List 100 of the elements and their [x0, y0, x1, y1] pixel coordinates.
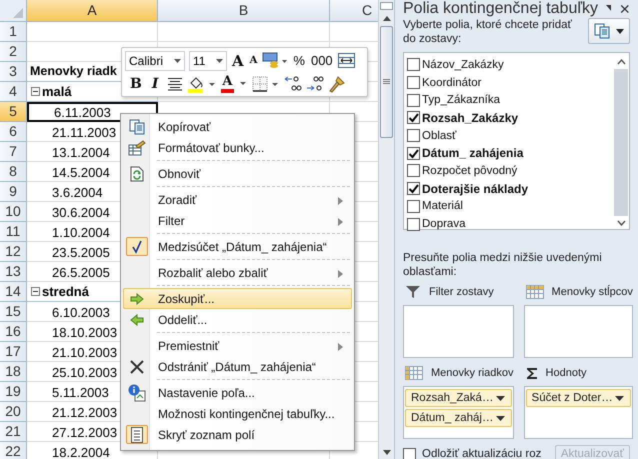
menu-item[interactable]: Premiestniť: [123, 335, 352, 356]
row-header[interactable]: 11: [0, 222, 27, 242]
menu-item[interactable]: Zoradiť: [123, 189, 352, 210]
checkbox[interactable]: [407, 111, 420, 124]
merge-icon[interactable]: [338, 53, 355, 68]
row-header[interactable]: 13: [0, 262, 27, 282]
row-header[interactable]: 17: [0, 342, 27, 362]
shrink-font-button[interactable]: A: [248, 52, 258, 70]
row-header[interactable]: 20: [0, 402, 27, 422]
collapse-icon[interactable]: [31, 287, 40, 296]
cell-text: 18.10.2003: [52, 324, 118, 342]
cell-text: 21.12.2003: [52, 404, 118, 422]
checkbox[interactable]: [403, 448, 416, 459]
fill-color-icon[interactable]: [187, 74, 218, 92]
column-header[interactable]: C: [330, 0, 378, 21]
checkbox[interactable]: [407, 129, 420, 142]
coins-icon[interactable]: [262, 52, 288, 70]
field-label[interactable]: Dátum_ zahájenia: [422, 146, 524, 160]
menu-item[interactable]: Nastavenie poľa...: [123, 382, 352, 403]
split-handle[interactable]: [380, 2, 393, 10]
row-header[interactable]: 18: [0, 362, 27, 382]
drop-area[interactable]: Rozsah_Zaká… Dátum_ zaháj…: [403, 386, 514, 439]
menu-item[interactable]: Obnoviť: [123, 163, 352, 184]
scroll-thumb[interactable]: [614, 69, 628, 216]
row-header[interactable]: 8: [0, 162, 27, 182]
checkbox[interactable]: [407, 76, 420, 90]
checkbox[interactable]: [407, 146, 420, 160]
row-header[interactable]: 22: [0, 442, 27, 459]
field-label[interactable]: Doterajšie náklady: [422, 182, 528, 196]
row-header[interactable]: 5: [0, 102, 27, 122]
checkbox[interactable]: [407, 58, 420, 72]
dropdown-icon[interactable]: [606, 4, 612, 14]
row-header[interactable]: 16: [0, 322, 27, 342]
menu-item[interactable]: Formátovať bunky...: [123, 137, 352, 158]
align-center-icon[interactable]: [167, 76, 184, 90]
font-color-button[interactable]: A: [221, 74, 234, 92]
row-header[interactable]: 14: [0, 282, 27, 302]
cell-text: 26.5.2005: [52, 264, 110, 282]
row-header[interactable]: 9: [0, 182, 27, 202]
field-label[interactable]: Koordinátor: [422, 76, 482, 89]
row-header[interactable]: 21: [0, 422, 27, 442]
menu-item[interactable]: Zoskupiť...: [123, 288, 352, 309]
field-label[interactable]: Materiál: [422, 200, 463, 212]
menu-item[interactable]: Oddeliť...: [123, 309, 352, 330]
row-header[interactable]: 12: [0, 242, 27, 262]
menu-item[interactable]: Odstrániť „Dátum_ zahájenia“: [123, 356, 352, 377]
format-painter-icon[interactable]: [328, 74, 346, 92]
italic-button[interactable]: I: [150, 74, 160, 92]
menu-item[interactable]: Filter: [123, 210, 352, 231]
row-header[interactable]: 3: [0, 62, 27, 82]
decrease-decimal-icon[interactable]: [306, 75, 324, 92]
row-header[interactable]: 2: [0, 42, 27, 62]
menu-item[interactable]: Rozbaliť alebo zbaliť: [123, 262, 352, 283]
menu-item[interactable]: Skryť zoznam polí: [123, 424, 352, 445]
row-header[interactable]: 19: [0, 382, 27, 402]
row-header[interactable]: 1: [0, 22, 27, 42]
field-label[interactable]: Typ_Zákazníka: [422, 94, 500, 106]
row-header[interactable]: 4: [0, 82, 27, 102]
field-label[interactable]: Názov_Zakázky: [422, 58, 504, 71]
row-header[interactable]: 7: [0, 142, 27, 162]
field-chip[interactable]: Rozsah_Zaká…: [405, 389, 512, 407]
field-label[interactable]: Rozpočet pôvodný: [422, 164, 518, 177]
filter-icon: [405, 285, 421, 299]
font-combo[interactable]: Calibri: [125, 50, 185, 70]
field-label[interactable]: Oblasť: [422, 130, 456, 142]
increase-decimal-icon[interactable]: [284, 75, 302, 92]
checkbox[interactable]: [407, 218, 420, 231]
field-label[interactable]: Rozsah_Zakázky: [422, 110, 518, 125]
column-header[interactable]: B: [158, 0, 330, 21]
scroll-thumb[interactable]: [380, 26, 393, 138]
field-label[interactable]: Doprava: [422, 218, 466, 230]
cell-text: 6.11.2003: [54, 104, 111, 120]
borders-icon[interactable]: [252, 76, 280, 92]
menu-item[interactable]: Medzisúčet „Dátum_ zahájenia“: [123, 236, 352, 257]
checkbox[interactable]: [407, 164, 420, 178]
drop-area[interactable]: Súčet z Doter…: [524, 386, 633, 439]
checkbox[interactable]: [407, 182, 420, 196]
row-header[interactable]: 10: [0, 202, 27, 222]
collapse-icon[interactable]: [31, 87, 40, 96]
close-button[interactable]: ×: [619, 0, 630, 18]
cell-text: 21.11.2003: [52, 124, 116, 142]
checkbox[interactable]: [407, 200, 420, 213]
row-header[interactable]: 15: [0, 302, 27, 322]
layout-button[interactable]: [588, 18, 630, 44]
column-header[interactable]: A: [27, 0, 158, 21]
size-combo[interactable]: 11: [189, 50, 227, 70]
cell-text: 14.5.2004: [52, 164, 110, 182]
grow-font-button[interactable]: A: [231, 52, 245, 70]
percent-button[interactable]: %: [292, 52, 306, 70]
area-title: Filter zostavy: [429, 286, 494, 298]
row-header[interactable]: 6: [0, 122, 27, 142]
cell-text: 5.11.2003: [52, 384, 109, 402]
field-chip[interactable]: Súčet z Doter…: [526, 389, 631, 407]
checkbox[interactable]: [407, 94, 420, 107]
field-chip[interactable]: Dátum_ zaháj…: [405, 409, 512, 427]
menu-item[interactable]: Možnosti kontingenčnej tabuľky...: [123, 403, 352, 424]
bold-button[interactable]: B: [129, 74, 143, 92]
vertical-scrollbar[interactable]: [378, 0, 395, 459]
grip-icon: [383, 79, 390, 85]
thousands-button[interactable]: 000: [310, 52, 334, 70]
